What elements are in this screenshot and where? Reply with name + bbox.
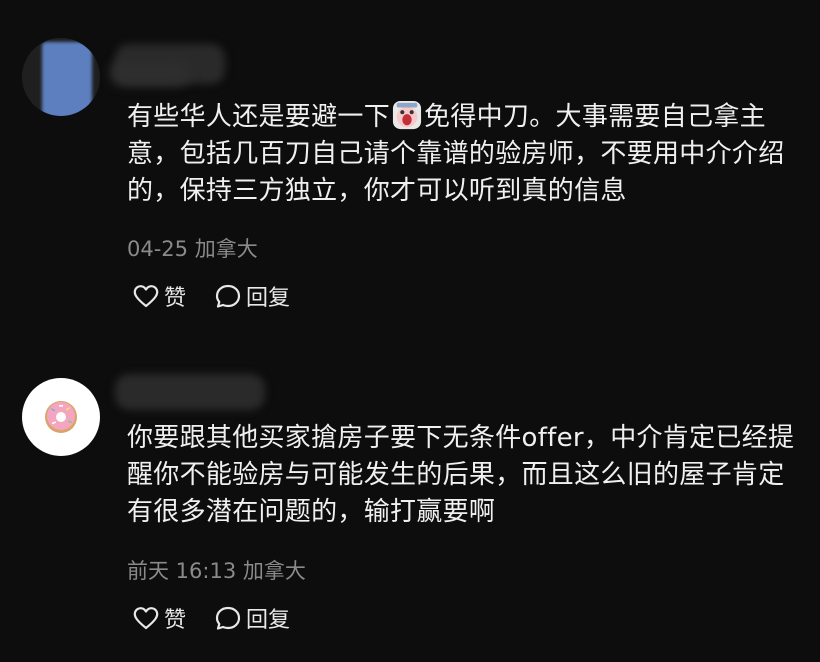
reply-label: 回复 — [246, 286, 291, 311]
comment-time: 前天 16:13 — [127, 559, 237, 583]
username-redacted — [115, 374, 265, 410]
comment-location: 加拿大 — [194, 237, 258, 261]
like-button[interactable]: 赞 — [132, 280, 186, 312]
comment-thread: 有些华人还是要避一下 免得中刀。大事需要自己拿主意，包括几百刀自己请个靠谱的验房… — [0, 0, 820, 662]
reply-button[interactable]: 回复 — [214, 602, 290, 634]
like-button[interactable]: 赞 — [132, 602, 186, 634]
reply-label: 回复 — [246, 608, 291, 633]
avatar[interactable] — [22, 378, 100, 456]
comment-text: 有些华人还是要避一下 免得中刀。大事需要自己拿主意，包括几百刀自己请个靠谱的验房… — [127, 99, 807, 210]
avatar[interactable] — [22, 38, 100, 116]
comment-time: 04-25 — [127, 237, 189, 261]
comment-location: 加拿大 — [242, 559, 306, 583]
comment-text: 你要跟其他买家搶房子要下无条件offer，中介肯定已经提醒你不能验房与可能发生的… — [127, 423, 795, 527]
comment-actions: 赞 回复 — [132, 602, 290, 634]
like-label: 赞 — [164, 608, 187, 633]
speech-bubble-icon — [215, 606, 241, 630]
speech-bubble-icon — [215, 284, 241, 308]
reply-button[interactable]: 回复 — [214, 280, 290, 312]
comment-meta: 前天 16:13 加拿大 — [127, 555, 306, 585]
scream-face-icon — [392, 100, 422, 130]
comment-actions: 赞 回复 — [132, 280, 290, 312]
comment-meta: 04-25 加拿大 — [127, 233, 258, 263]
comment-text-part: 有些华人还是要避一下 — [127, 102, 391, 132]
username-redacted-extra — [110, 60, 190, 86]
heart-icon — [133, 285, 159, 308]
heart-icon — [133, 607, 159, 630]
like-label: 赞 — [164, 286, 187, 311]
donut-icon — [45, 401, 77, 433]
